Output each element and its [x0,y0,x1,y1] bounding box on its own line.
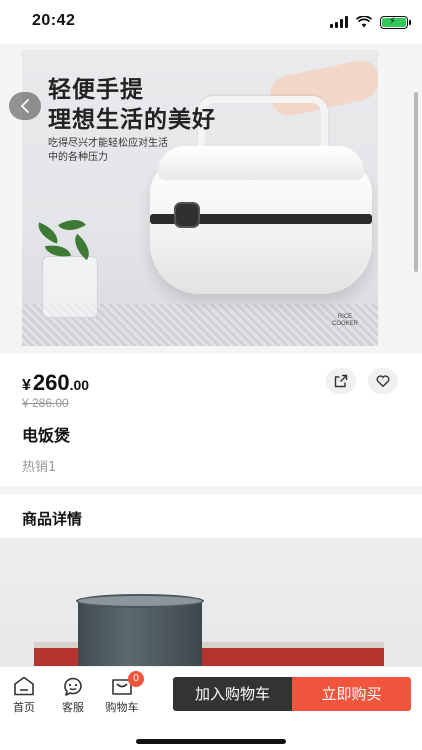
cooker-body [150,162,372,294]
inner-pot [78,598,202,668]
service-icon [64,677,82,696]
hero-title-line2: 理想生活的美好 [48,107,216,133]
buy-now-button[interactable]: 立即购买 [292,677,411,711]
status-time: 20:42 [32,12,76,29]
share-button[interactable] [326,368,356,394]
cooker-lid [158,146,364,180]
status-icons: ⚡ [330,14,411,30]
rice-cooker-label-line2: COOKER [331,321,358,327]
nav-home-label: 首页 [13,701,35,714]
heart-icon [376,375,390,387]
product-price: ¥ 260 .00 [22,370,89,396]
detail-title: 商品详情 [22,510,83,528]
price-currency: ¥ [22,377,31,394]
plant-leaf [58,212,86,238]
price-decimal: .00 [69,377,90,393]
hero-frame: 轻便手提 理想生活的美好 吃得尽兴才能轻松应对生活 中的各种压力 RICE CO… [22,50,378,346]
section-divider [0,486,422,494]
battery-icon: ⚡ [380,15,411,29]
plant-vase [42,256,98,318]
nav-cart[interactable]: 0 购物车 [102,671,144,715]
hero-title-line1: 轻便手提 [48,77,144,103]
cart-badge: 0 [128,671,144,687]
detail-header: 商品详情 [0,494,422,538]
detail-image[interactable] [0,538,422,668]
rice-cooker-label-line1: RICE [337,314,353,320]
status-bar: 20:42 ⚡ [0,0,422,44]
bottom-action-bar: 首页 客服 0 购物车 加入购物车 立即购买 [0,666,422,750]
add-to-cart-button[interactable]: 加入购物车 [173,677,292,711]
home-indicator [136,739,286,744]
nav-cart-label: 购物车 [105,701,139,714]
back-button[interactable] [9,92,41,120]
nav-service-label: 客服 [62,701,84,714]
scrollbar[interactable] [414,92,418,272]
share-icon [334,374,348,388]
nav-service[interactable]: 客服 [53,675,93,715]
wifi-icon [356,16,372,28]
nav-home[interactable]: 首页 [4,675,44,715]
price-integer: 260 [32,370,70,395]
product-hero-image[interactable]: 轻便手提 理想生活的美好 吃得尽兴才能轻松应对生活 中的各种压力 RICE CO… [0,44,422,354]
product-info: ¥ 260 .00 ¥ 286.00 电饭煲 热销1 [0,354,422,486]
signal-icon [330,16,348,28]
home-icon [14,676,34,696]
product-title: 电饭煲 [22,426,71,445]
sales-count: 热销1 [22,460,57,475]
original-price: ¥ 286.00 [22,396,69,410]
hero-subtitle-line2: 中的各种压力 [48,152,108,163]
back-arrow-icon [21,99,29,113]
inner-pot-rim [76,594,204,608]
hero-subtitle-line1: 吃得尽兴才能轻松应对生活 [48,138,168,149]
rice-cooker-label: RICE COOKER [332,314,358,328]
cooker-button [174,202,200,228]
favorite-button[interactable] [368,368,398,394]
